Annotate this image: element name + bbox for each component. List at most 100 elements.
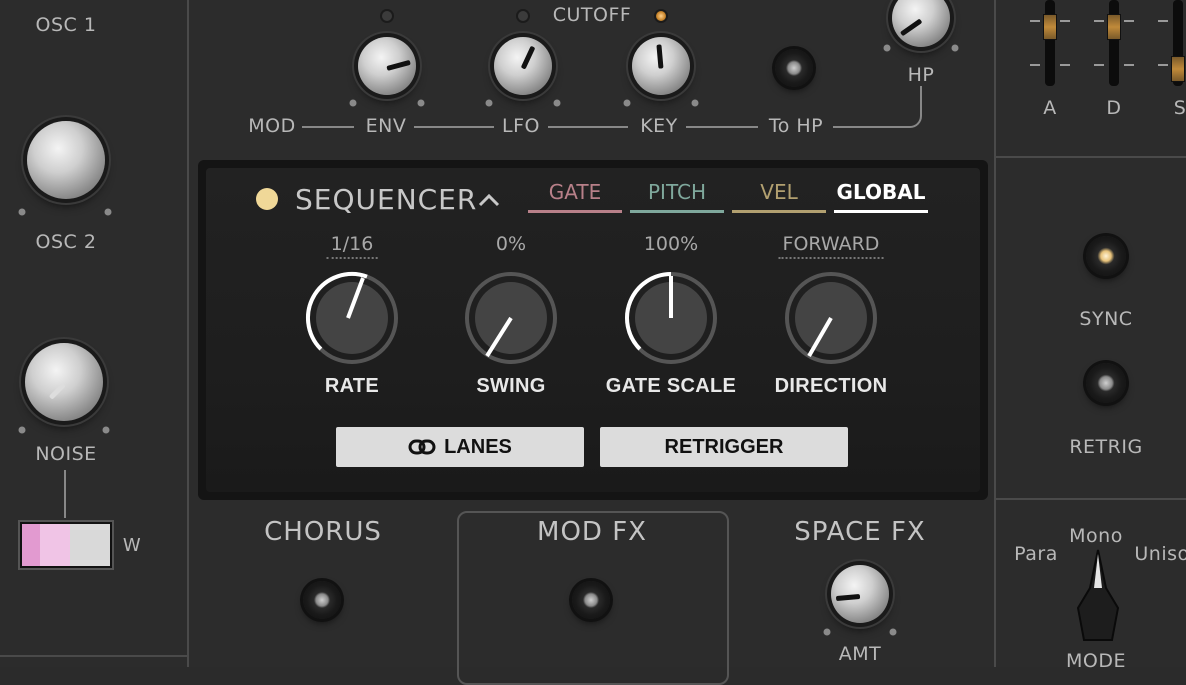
space-fx-label: SPACE FX xyxy=(794,517,926,547)
connector-line xyxy=(64,470,66,518)
decay-slider-handle[interactable] xyxy=(1107,14,1121,40)
attack-slider-handle[interactable] xyxy=(1043,14,1057,40)
link-icon xyxy=(408,439,436,455)
slider-tick xyxy=(1158,64,1168,66)
to-hp-label: To HP xyxy=(768,115,824,137)
attack-label: A xyxy=(1043,97,1057,119)
sequencer-title: SEQUENCER xyxy=(295,183,478,216)
mod-label: MOD xyxy=(248,115,296,137)
lfo-led xyxy=(518,11,528,21)
knob-indicator xyxy=(656,44,664,69)
slider-tick xyxy=(1060,20,1070,22)
knob-tick-dot xyxy=(553,99,561,107)
chorus-jack[interactable] xyxy=(303,581,341,619)
divider xyxy=(994,0,996,667)
knob-tick-dot xyxy=(18,208,26,216)
tab-vel[interactable]: VEL xyxy=(732,180,826,213)
env-knob[interactable] xyxy=(358,37,416,95)
lfo-knob[interactable] xyxy=(494,37,552,95)
filter-jack[interactable] xyxy=(775,49,813,87)
gate-scale-knob[interactable] xyxy=(623,270,719,366)
tab-gate[interactable]: GATE xyxy=(528,180,622,213)
attack-slider[interactable] xyxy=(1045,0,1055,86)
knob-indicator xyxy=(899,18,923,37)
mod-route-line xyxy=(302,126,354,128)
chevron-up-icon[interactable] xyxy=(477,188,501,212)
lanes-button[interactable]: LANES xyxy=(336,427,584,467)
retrigger-button[interactable]: RETRIGGER xyxy=(600,427,848,467)
noise-label: NOISE xyxy=(35,443,97,465)
knob-tick-dot xyxy=(417,99,425,107)
chorus-label: CHORUS xyxy=(264,517,382,547)
noise-knob[interactable] xyxy=(25,343,103,421)
divider xyxy=(994,156,1186,158)
env-label: ENV xyxy=(365,115,407,137)
tab-label: VEL xyxy=(760,180,798,204)
mod-fx-label: MOD FX xyxy=(537,517,647,547)
sustain-label: S xyxy=(1173,97,1186,119)
unison-label: Uniso xyxy=(1134,543,1186,565)
key-knob[interactable] xyxy=(632,37,690,95)
sequencer-panel: SEQUENCER GATE PITCH VEL GLOBAL 1/16 0% … xyxy=(198,160,988,500)
rate-knob[interactable] xyxy=(304,270,400,366)
sync-jack[interactable] xyxy=(1086,236,1126,276)
osc2-knob[interactable] xyxy=(27,121,105,199)
hp-label: HP xyxy=(907,64,935,86)
tab-label: GATE xyxy=(548,180,602,204)
divider xyxy=(994,498,1186,500)
knob-tick-dot xyxy=(102,426,110,434)
direction-value[interactable]: FORWARD xyxy=(778,233,884,259)
swing-value: 0% xyxy=(495,233,527,255)
direction-knob[interactable] xyxy=(783,270,879,366)
mod-route-line xyxy=(548,126,628,128)
knob-tick-dot xyxy=(823,628,831,636)
slider-tick xyxy=(1030,20,1040,22)
mod-fx-jack[interactable] xyxy=(572,581,610,619)
knob-tick-dot xyxy=(623,99,631,107)
cutoff-label: CUTOFF xyxy=(552,4,632,26)
mono-label: Mono xyxy=(1069,525,1123,547)
swing-label: SWING xyxy=(476,375,546,397)
amt-label: AMT xyxy=(838,643,882,665)
wave-toggle-segment xyxy=(70,524,110,566)
sustain-slider-handle[interactable] xyxy=(1171,56,1185,82)
knob-tick-dot xyxy=(485,99,493,107)
lfo-label: LFO xyxy=(502,115,540,137)
knob-indicator xyxy=(48,382,66,400)
retrig-jack[interactable] xyxy=(1086,363,1126,403)
knob-tick-dot xyxy=(18,426,26,434)
retrig-label: RETRIG xyxy=(1069,436,1143,458)
sequencer-status-dot[interactable] xyxy=(256,188,278,210)
tab-pitch[interactable]: PITCH xyxy=(630,180,724,213)
lanes-label: LANES xyxy=(444,435,512,458)
chevron-up-icon-svg xyxy=(478,193,500,207)
env-led xyxy=(382,11,392,21)
para-label: Para xyxy=(1014,543,1058,565)
osc2-label: OSC 2 xyxy=(35,231,97,253)
tab-label: GLOBAL xyxy=(836,180,926,204)
divider xyxy=(0,655,187,657)
knob-indicator xyxy=(386,59,412,71)
wave-toggle-label: W xyxy=(122,535,142,556)
tab-global[interactable]: GLOBAL xyxy=(834,180,928,213)
knob-tick-dot xyxy=(104,208,112,216)
swing-knob[interactable] xyxy=(463,270,559,366)
knob-indicator xyxy=(520,45,536,70)
osc1-label: OSC 1 xyxy=(35,14,97,36)
slider-tick xyxy=(1060,64,1070,66)
retrigger-label: RETRIGGER xyxy=(664,435,784,458)
space-fx-amt-knob[interactable] xyxy=(831,565,889,623)
mod-route-line xyxy=(833,126,909,128)
slider-tick xyxy=(1158,20,1168,22)
mode-selector-knob[interactable] xyxy=(1072,548,1124,644)
wave-toggle-switch[interactable] xyxy=(20,522,112,568)
decay-slider[interactable] xyxy=(1109,0,1119,86)
rate-value[interactable]: 1/16 xyxy=(326,233,378,259)
knob-tick-dot xyxy=(691,99,699,107)
slider-tick xyxy=(1124,20,1134,22)
knob-tick-dot xyxy=(889,628,897,636)
wave-toggle-segment xyxy=(22,524,40,566)
wave-toggle-segment xyxy=(40,524,70,566)
mod-route-line xyxy=(414,126,494,128)
mod-route-corner xyxy=(900,86,922,128)
